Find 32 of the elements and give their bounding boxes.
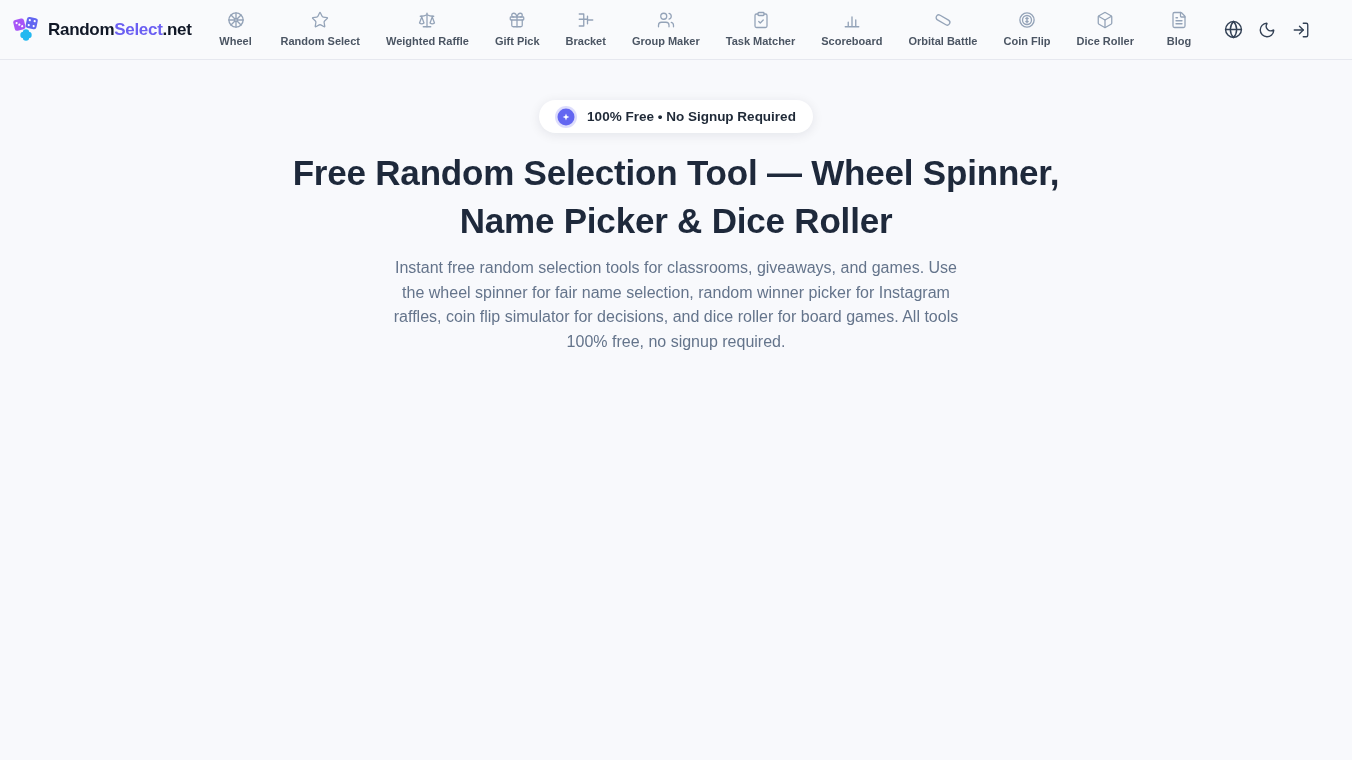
logo-link[interactable]: RandomSelect.net — [13, 16, 192, 43]
nav-link[interactable]: Gift Pick — [481, 11, 553, 48]
dice-logo-icon — [13, 16, 39, 43]
nav-link[interactable]: Group Maker — [618, 11, 713, 48]
gift-icon — [508, 11, 527, 29]
hero-description: Instant free random selection tools for classrooms, giveaways, and games. Use the wheel spinner for fair name selection, random winner picker for Instagram raffles, coin flip simulator for decisions, and dice roller for board games. All tools 100% free, no signup required. — [392, 258, 960, 352]
nav-link[interactable]: Dice Roller — [1063, 11, 1147, 48]
cube-icon — [1096, 11, 1115, 29]
coin-icon — [1018, 11, 1036, 29]
globe-icon — [1223, 20, 1243, 39]
nav-link[interactable]: Weighted Raffle — [373, 11, 482, 48]
wheel-icon — [226, 11, 245, 29]
clipboard-check-icon — [751, 11, 770, 29]
nav-link[interactable]: Scoreboard — [808, 11, 896, 48]
nav-link[interactable]: Wheel — [203, 11, 268, 48]
nav-link[interactable]: Orbital Battle — [895, 11, 991, 48]
document-icon — [1170, 11, 1188, 29]
star-icon — [311, 11, 330, 29]
bracket-icon — [576, 11, 595, 29]
login-icon — [1292, 20, 1310, 39]
nav-link[interactable]: Random Select — [267, 11, 373, 48]
nav-link[interactable]: Task Matcher — [712, 11, 809, 48]
nav-link[interactable]: Coin Flip — [990, 11, 1064, 48]
pill-text: 100% Free • No Signup Required — [587, 109, 796, 124]
capsule-icon — [933, 11, 952, 29]
sparkle-icon — [555, 105, 578, 128]
scale-icon — [418, 11, 437, 29]
moon-icon — [1258, 20, 1276, 39]
users-icon — [656, 11, 675, 29]
hero-title: Free Random Selection Tool — Wheel Spinner, Name Picker & Dice Roller — [291, 152, 1061, 242]
nav-link[interactable]: Blog — [1147, 11, 1211, 48]
nav-link[interactable]: Bracket — [552, 11, 619, 48]
